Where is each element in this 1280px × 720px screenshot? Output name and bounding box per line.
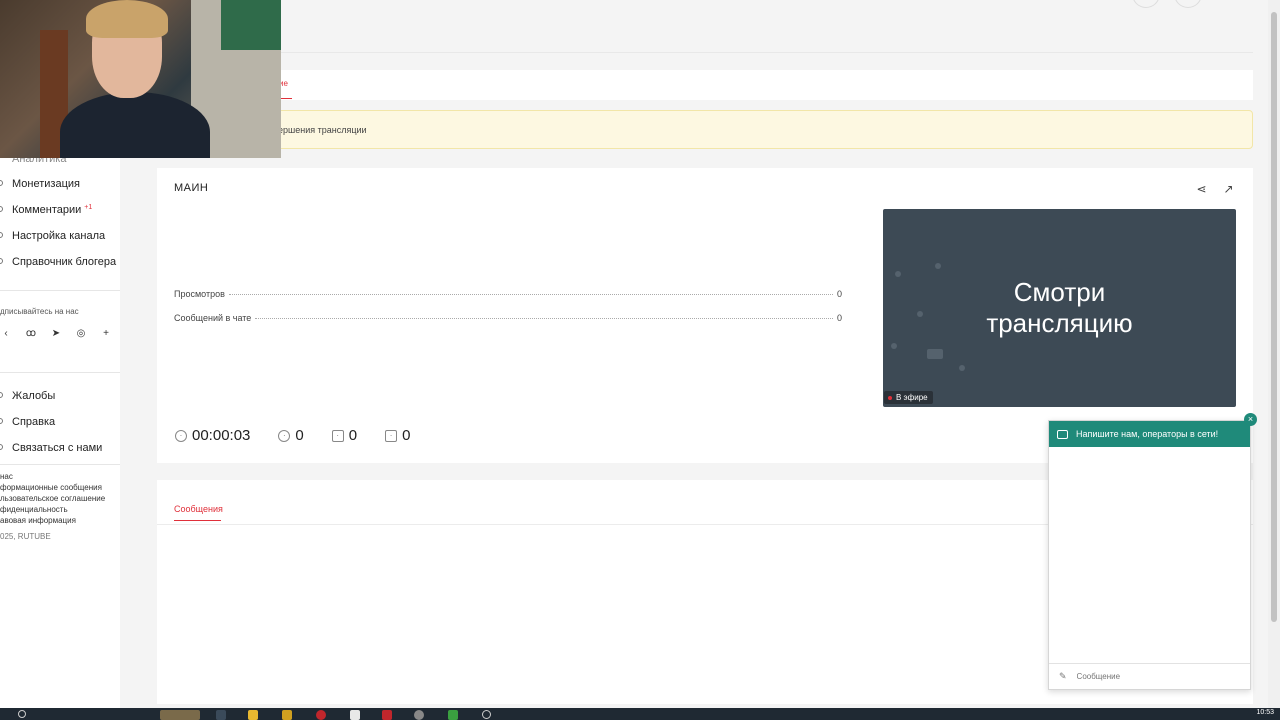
stream-tabs: ие: [157, 70, 1253, 100]
taskbar-thumbnail[interactable]: [160, 710, 200, 720]
notice-text: ершения трансляции: [278, 125, 367, 135]
sidebar-item-contact[interactable]: Связаться с нами: [12, 442, 102, 454]
page-scrollbar[interactable]: [1268, 0, 1280, 708]
viber-icon[interactable]: ◎: [75, 328, 87, 340]
webcam-overlay: [0, 0, 281, 158]
webcam-person: [60, 92, 210, 158]
preview-title: Смотри трансляцию: [986, 277, 1133, 338]
notifications-icon[interactable]: [1132, 0, 1160, 8]
support-chat-widget: Напишите нам, операторы в сети! ✎: [1048, 420, 1251, 690]
stream-card: МАИН ⋖ ↗ Просмотров 0 Сообщений в чате 0 ·…: [157, 168, 1253, 463]
tab-messages[interactable]: Сообщения: [174, 504, 223, 514]
copyright: 025, RUTUBE: [0, 532, 51, 541]
stream-title: МАИН: [174, 182, 209, 194]
stat-chat-messages: Сообщений в чате 0: [174, 313, 842, 323]
subscribe-label: дписывайтесь на нас: [0, 307, 79, 316]
webcam-background: [221, 0, 281, 50]
footer-link-about[interactable]: нас: [0, 472, 13, 481]
webcam-person: [86, 0, 168, 38]
os-taskbar: 10:53: [0, 708, 1280, 720]
duration-counter: · 00:00:03: [175, 427, 250, 444]
stream-actions: ⋖ ↗: [1195, 183, 1235, 196]
sidebar-item-help[interactable]: Справка: [12, 416, 55, 428]
sidebar-item-monetization[interactable]: Монетизация: [12, 178, 80, 190]
stat-views: Просмотров 0: [174, 289, 842, 299]
footer-link-terms[interactable]: льзовательское соглашение: [0, 494, 105, 503]
chat-close-button[interactable]: ×: [1244, 413, 1257, 426]
likes-counter: · 0: [331, 427, 357, 444]
attach-icon[interactable]: ✎: [1059, 671, 1067, 682]
taskview-icon[interactable]: [216, 710, 226, 720]
vk-icon[interactable]: ‹: [0, 328, 12, 340]
comments-icon: [0, 206, 3, 212]
chat-header[interactable]: Напишите нам, операторы в сети!: [1049, 421, 1250, 447]
chat-message-input[interactable]: [1076, 672, 1217, 681]
live-badge: В эфире: [884, 391, 933, 404]
folder-icon[interactable]: [248, 710, 258, 720]
sidebar-divider: [0, 372, 120, 373]
footer-link-privacy[interactable]: фиденциальность: [0, 505, 68, 514]
share-icon[interactable]: ⋖: [1195, 183, 1208, 196]
comments-badge: +1: [84, 204, 93, 211]
app-icon[interactable]: [382, 710, 392, 720]
complaint-icon: [0, 392, 3, 398]
thumbs-up-icon: ·: [331, 429, 344, 442]
thumbs-down-icon: ·: [385, 429, 398, 442]
tab-underline: [174, 520, 221, 521]
contact-icon: [0, 444, 3, 450]
app-icon[interactable]: [448, 710, 458, 720]
book-icon: [0, 258, 3, 264]
decor-dot: [891, 343, 897, 349]
settings-icon: [0, 232, 3, 238]
monetization-icon: [0, 180, 3, 186]
browser-icon[interactable]: [414, 710, 424, 720]
sidebar-item-blogger-guide[interactable]: Справочник блогера: [12, 256, 116, 268]
user-icon: ·: [278, 429, 291, 442]
opera-icon[interactable]: [316, 710, 326, 720]
search-icon[interactable]: [18, 710, 26, 718]
stream-preview[interactable]: Смотри трансляцию В эфире: [883, 209, 1236, 407]
scrollbar-thumb[interactable]: [1271, 12, 1277, 622]
stream-counters: · 00:00:03 · 0 · 0 · 0: [175, 427, 438, 444]
sidebar-item-comments[interactable]: Комментарии +1: [12, 204, 92, 216]
sidebar-divider: [0, 290, 120, 291]
document-icon[interactable]: [350, 710, 360, 720]
message-icon: [1057, 429, 1068, 439]
menu-icon[interactable]: [1216, 0, 1244, 8]
notice-banner: ершения трансляции: [157, 110, 1253, 149]
social-links: ‹ ꝏ ➤ ◎ +: [0, 328, 112, 340]
sidebar-item-channel-settings[interactable]: Настройка канала: [12, 230, 105, 242]
app-icon[interactable]: [482, 710, 491, 719]
header-actions: [1132, 0, 1244, 8]
odnoklassniki-icon[interactable]: ꝏ: [25, 328, 37, 340]
decor-dot: [959, 365, 965, 371]
system-clock: 10:53: [1256, 709, 1274, 716]
clock-icon: ·: [175, 429, 187, 442]
viewers-counter: · 0: [278, 427, 304, 444]
footer-link-legal[interactable]: авовая информация: [0, 516, 76, 525]
app-icon[interactable]: [282, 710, 292, 720]
upload-icon[interactable]: [1174, 0, 1202, 8]
footer-link-info[interactable]: формационные сообщения: [0, 483, 102, 492]
telegram-icon[interactable]: ➤: [50, 328, 62, 340]
chat-input-bar: ✎: [1049, 663, 1250, 689]
chat-header-text: Напишите нам, операторы в сети!: [1076, 429, 1219, 439]
decor-dot: [927, 349, 943, 359]
header-divider: [157, 52, 1253, 53]
decor-dot: [935, 263, 941, 269]
sidebar-divider: [0, 464, 120, 465]
dislikes-counter: · 0: [385, 427, 410, 444]
external-link-icon[interactable]: ↗: [1222, 183, 1235, 196]
help-icon: [0, 418, 3, 424]
sidebar-item-complaints[interactable]: Жалобы: [12, 390, 55, 402]
plus-icon[interactable]: +: [100, 328, 112, 340]
